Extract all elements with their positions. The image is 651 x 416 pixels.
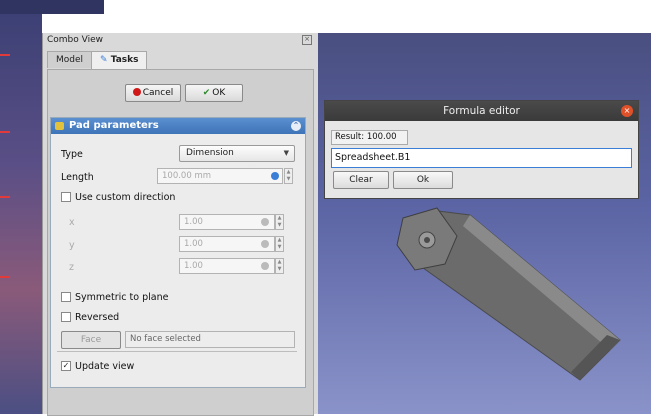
wrench-icon: ✎ (100, 55, 108, 65)
face-field[interactable]: No face selected (125, 331, 295, 348)
left-background-strip (0, 0, 42, 414)
red-marker (0, 276, 10, 278)
red-marker (0, 196, 10, 198)
expression-icon[interactable] (261, 262, 269, 270)
length-field[interactable]: 100.00 mm (157, 168, 283, 184)
x-label: x (69, 217, 75, 228)
z-spinner[interactable]: ▲ ▼ (275, 258, 284, 274)
ok-formula-button[interactable]: Ok (393, 171, 453, 189)
x-spinner[interactable]: ▲ ▼ (275, 214, 284, 230)
expression-icon[interactable] (261, 240, 269, 248)
tab-tasks-label: Tasks (110, 55, 139, 65)
face-button-label: Face (80, 335, 102, 345)
red-marker (0, 54, 10, 56)
ok-label: OK (212, 88, 226, 98)
expression-icon[interactable] (261, 218, 269, 226)
expression-icon[interactable] (271, 172, 279, 180)
reversed-checkbox[interactable] (61, 312, 71, 322)
cancel-button[interactable]: Cancel (125, 84, 181, 102)
length-value: 100.00 mm (162, 171, 212, 181)
pad-parameters-title: Pad parameters (69, 120, 159, 131)
tab-tasks[interactable]: ✎ Tasks (91, 51, 148, 69)
update-view-label: Update view (75, 361, 135, 372)
z-label: z (69, 262, 74, 273)
formula-editor-dialog: Formula editor × Result: 100.00 Spreadsh… (324, 100, 639, 199)
combo-view-title: Combo View (47, 35, 103, 45)
pad-parameters-group: Pad parameters ⌃ Type Dimension ▼ Length… (50, 117, 306, 388)
checkmark-icon: ✔ (202, 88, 211, 98)
length-label: Length (61, 172, 94, 183)
reversed-label: Reversed (75, 312, 120, 323)
type-select-value: Dimension (186, 148, 234, 158)
symmetric-label: Symmetric to plane (75, 292, 169, 303)
formula-editor-titlebar[interactable]: Formula editor × (325, 101, 638, 121)
type-label: Type (61, 149, 83, 160)
x-value: 1.00 (184, 217, 203, 227)
pad-parameters-header[interactable]: Pad parameters ⌃ (51, 118, 305, 134)
face-button[interactable]: Face (61, 331, 121, 349)
formula-input[interactable]: Spreadsheet.B1 (331, 148, 632, 168)
update-view-checkbox[interactable]: ✓ (61, 361, 71, 371)
extrusion-profile-model[interactable] (375, 200, 635, 410)
red-marker (0, 131, 10, 133)
model-center-hole (424, 237, 430, 243)
ok-button[interactable]: ✔ OK (185, 84, 243, 102)
z-value: 1.00 (184, 261, 203, 271)
face-value: No face selected (130, 334, 201, 344)
clear-button[interactable]: Clear (333, 171, 389, 189)
cancel-label: Cancel (142, 88, 174, 98)
length-spinner[interactable]: ▲ ▼ (284, 168, 293, 184)
close-icon[interactable]: × (621, 105, 633, 117)
symmetric-checkbox[interactable] (61, 292, 71, 302)
panel-undock-icon[interactable]: × (302, 35, 312, 45)
y-value: 1.00 (184, 239, 203, 249)
use-custom-direction-label: Use custom direction (75, 192, 176, 203)
formula-editor-title: Formula editor (443, 105, 520, 117)
result-label: Result: 100.00 (331, 130, 408, 145)
combo-view-tabs: Model ✎ Tasks (47, 51, 148, 69)
cancel-icon (132, 88, 141, 96)
collapse-icon[interactable]: ⌃ (291, 121, 301, 131)
tab-model[interactable]: Model (47, 51, 93, 68)
divider (57, 351, 297, 352)
type-select[interactable]: Dimension ▼ (179, 145, 295, 162)
y-label: y (69, 240, 75, 251)
y-spinner[interactable]: ▲ ▼ (275, 236, 284, 252)
chevron-down-icon: ▼ (283, 149, 289, 157)
top-left-bar (0, 0, 104, 14)
use-custom-direction-checkbox[interactable] (61, 192, 71, 202)
pad-icon (55, 122, 64, 130)
